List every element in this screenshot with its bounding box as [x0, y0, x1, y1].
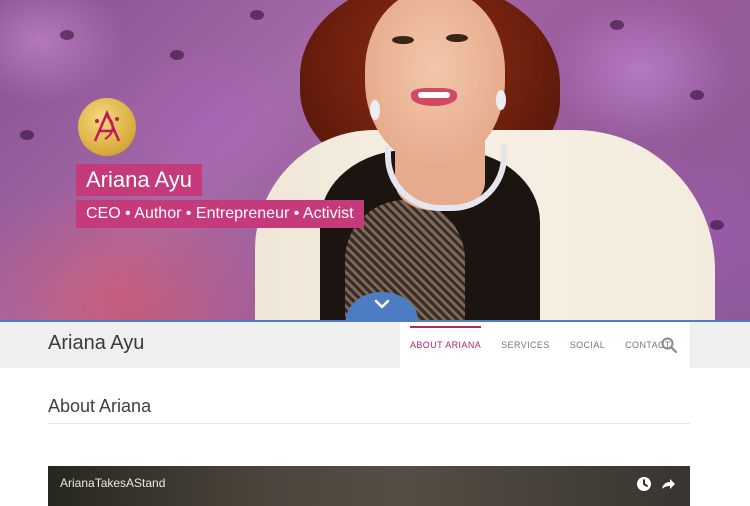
portrait-eye	[392, 36, 414, 44]
clock-icon[interactable]	[636, 476, 652, 492]
hero-tagline: CEO • Author • Entrepreneur • Activist	[76, 200, 364, 228]
tuft	[170, 50, 184, 60]
main-menu: ABOUT ARIANA SERVICES SOCIAL CONTACT	[400, 322, 690, 368]
hero-banner: Ariana Ayu CEO • Author • Entrepreneur •…	[0, 0, 750, 320]
tuft	[20, 130, 34, 140]
section-title-about: About Ariana	[48, 396, 152, 416]
search-icon[interactable]	[660, 336, 678, 354]
video-embed[interactable]: ArianaTakesAStand	[48, 466, 690, 506]
tuft	[710, 220, 724, 230]
section-divider	[48, 423, 690, 424]
tuft	[250, 10, 264, 20]
tuft	[690, 90, 704, 100]
chevron-down-icon	[374, 299, 390, 309]
portrait-face	[365, 0, 505, 165]
tuft	[60, 30, 74, 40]
video-title[interactable]: ArianaTakesAStand	[60, 476, 165, 490]
hero-name: Ariana Ayu	[76, 164, 203, 196]
site-navbar: Ariana Ayu ABOUT ARIANA SERVICES SOCIAL …	[0, 320, 750, 368]
nav-social[interactable]: SOCIAL	[570, 340, 605, 350]
site-brand[interactable]: Ariana Ayu	[48, 332, 144, 355]
share-icon[interactable]	[660, 476, 676, 492]
nav-services[interactable]: SERVICES	[501, 340, 550, 350]
portrait-eye	[446, 34, 468, 42]
tuft	[610, 20, 624, 30]
portrait-teeth	[418, 92, 450, 98]
monogram-logo-icon	[78, 98, 136, 156]
monogram-glyph-icon	[93, 109, 121, 142]
portrait-earring	[370, 100, 380, 120]
nav-about-ariana[interactable]: ABOUT ARIANA	[410, 326, 482, 350]
portrait-earring	[496, 90, 506, 110]
